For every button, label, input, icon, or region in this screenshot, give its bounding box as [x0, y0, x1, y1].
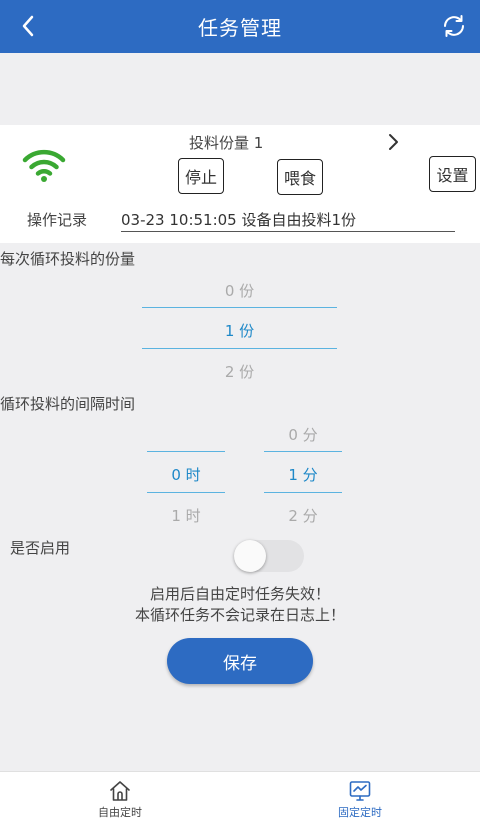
toggle-knob [234, 540, 266, 572]
picker-option[interactable]: 1 时 [147, 505, 225, 526]
picker-option-selected[interactable]: 0 时 [147, 464, 225, 485]
settings-button[interactable]: 设置 [429, 156, 476, 192]
bottom-nav: 自由定时 固定定时 [0, 771, 480, 823]
nav-item-free-timer[interactable]: 自由定时 [60, 772, 180, 823]
picker-option-selected[interactable]: 1 分 [264, 464, 342, 485]
nav-label: 固定定时 [338, 806, 382, 819]
home-icon [108, 779, 132, 803]
notice-line-2: 本循环任务不会记录在日志上！ [134, 606, 345, 624]
portion-label: 投料份量 1 [189, 134, 264, 152]
picker-option[interactable]: 0 份 [142, 280, 337, 301]
picker-divider [147, 451, 225, 452]
picker-divider [147, 492, 225, 493]
wifi-icon [22, 149, 66, 183]
picker-option[interactable]: 2 份 [142, 361, 337, 382]
picker-option-selected[interactable]: 1 份 [142, 320, 337, 341]
refresh-icon[interactable] [440, 12, 468, 40]
chevron-left-icon[interactable] [14, 12, 42, 40]
enable-toggle[interactable] [234, 540, 304, 572]
device-card: 投料份量 1 停止 喂食 设置 操作记录 03-23 10:51:05 设备自由… [0, 125, 480, 243]
notice-line-1: 启用后自由定时任务失效！ [149, 585, 330, 603]
nav-label: 自由定时 [98, 806, 142, 819]
picker-divider [142, 348, 337, 349]
portion-picker-label: 每次循环投料的份量 [0, 250, 136, 268]
monitor-chart-icon [348, 779, 372, 803]
enable-label: 是否启用 [10, 539, 71, 557]
picker-divider [264, 492, 342, 493]
log-field: 03-23 10:51:05 设备自由投料1份 [121, 209, 455, 232]
picker-option[interactable]: 0 分 [264, 424, 342, 445]
chevron-right-icon[interactable] [384, 131, 404, 153]
app-header: 任务管理 [0, 0, 480, 53]
feed-button[interactable]: 喂食 [277, 159, 323, 195]
interval-picker-label: 循环投料的间隔时间 [0, 395, 136, 413]
nav-item-fixed-timer[interactable]: 固定定时 [300, 772, 420, 823]
log-label: 操作记录 [27, 211, 88, 229]
picker-divider [264, 451, 342, 452]
page-title: 任务管理 [198, 16, 282, 40]
stop-button[interactable]: 停止 [178, 158, 224, 194]
picker-divider [142, 307, 337, 308]
save-button[interactable]: 保存 [167, 638, 313, 684]
picker-option[interactable]: 2 分 [264, 505, 342, 526]
